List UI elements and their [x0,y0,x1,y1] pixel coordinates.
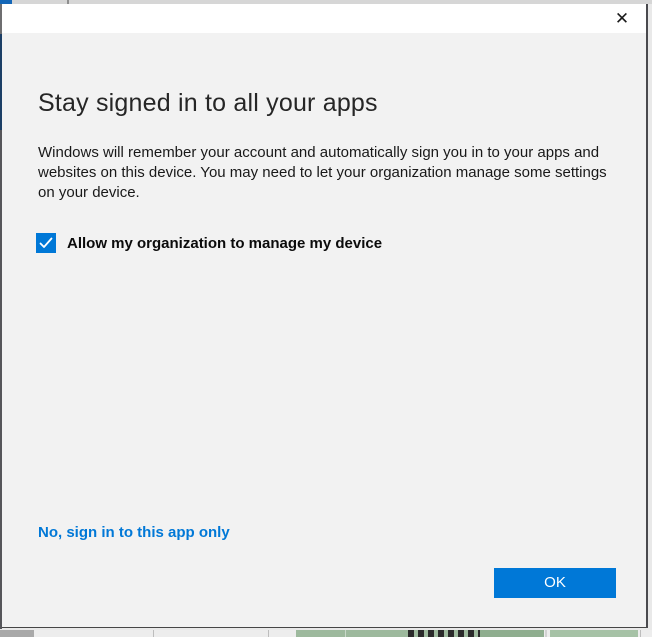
background-cell [550,630,638,637]
description-line: websites on this device. You may need to… [38,163,613,183]
close-icon: ✕ [615,11,629,28]
ok-button[interactable]: OK [494,568,616,598]
stay-signed-in-dialog: ✕ Stay signed in to all your apps Window… [2,4,648,628]
background-gridline [268,630,269,637]
description-line: Windows will remember your account and a… [38,143,613,163]
page-title: Stay signed in to all your apps [38,88,378,118]
checkmark-icon [39,237,53,249]
description-line: on your device. [38,183,613,203]
background-gridline [545,630,547,637]
background-window-bottom-edge [0,630,652,637]
screen: ✕ Stay signed in to all your apps Window… [0,0,652,637]
close-button[interactable]: ✕ [606,6,638,32]
sign-in-app-only-link[interactable]: No, sign in to this app only [38,524,230,541]
background-cell [0,630,34,637]
background-cell [480,630,544,637]
checkbox-label: Allow my organization to manage my devic… [67,235,382,252]
allow-org-manage-checkbox[interactable]: Allow my organization to manage my devic… [36,233,382,253]
background-gridline [153,630,154,637]
background-gridline [345,630,346,637]
checkbox-checked-icon [36,233,56,253]
background-gridline [640,630,641,637]
dialog-description: Windows will remember your account and a… [38,143,613,203]
dialog-titlebar: ✕ [2,4,646,33]
